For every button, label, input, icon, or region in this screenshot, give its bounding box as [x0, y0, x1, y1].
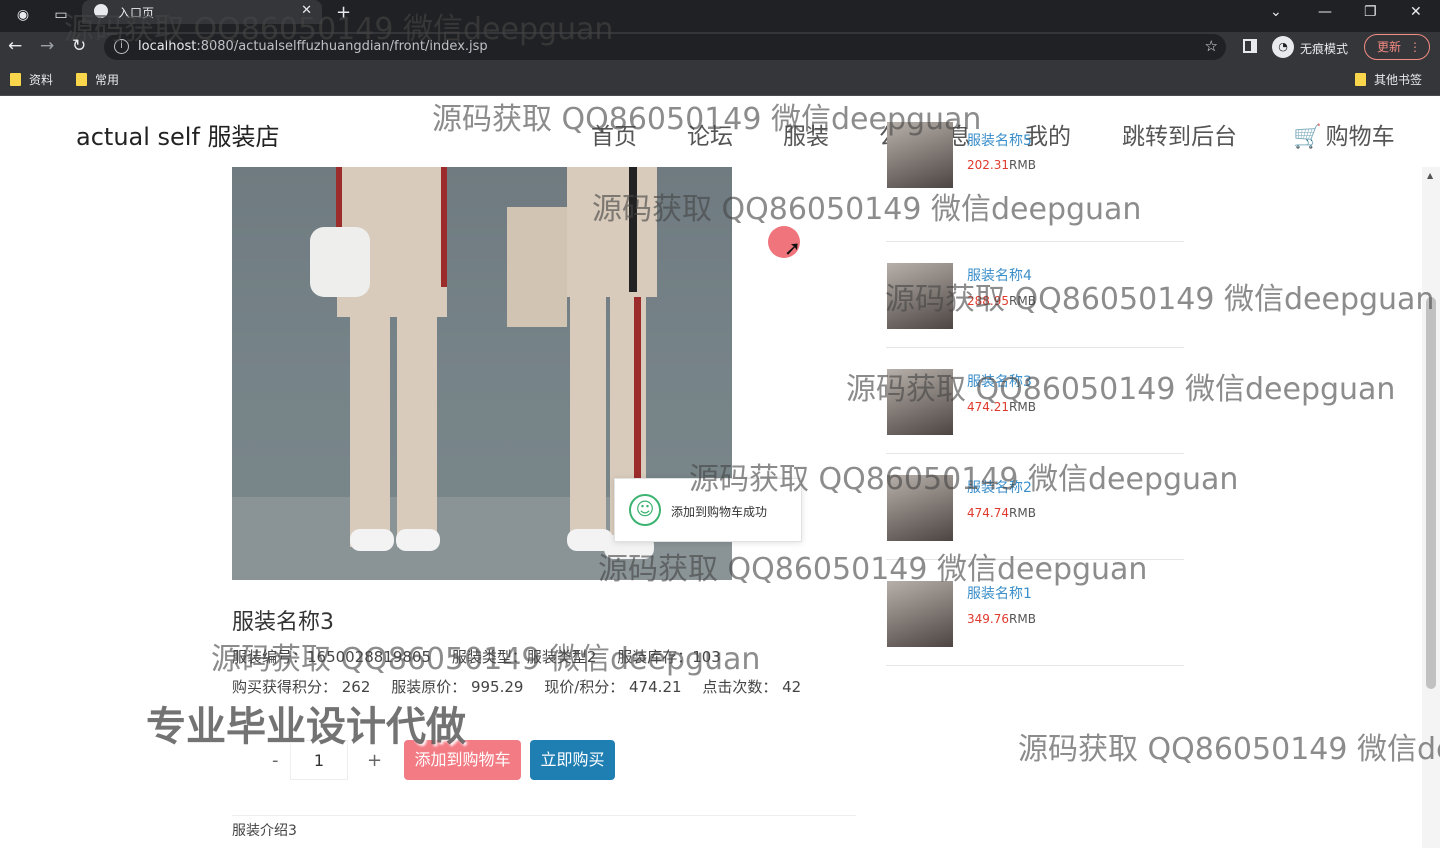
list-item[interactable]: 服装名称1 349.76RMB: [886, 560, 1184, 666]
cart-icon: 🛒: [1293, 124, 1322, 150]
scrollbar-thumb[interactable]: [1426, 297, 1436, 689]
list-item-title[interactable]: 服装名称1: [967, 583, 1032, 603]
list-item-title[interactable]: 服装名称5: [967, 130, 1032, 150]
minimize-icon[interactable]: —: [1318, 4, 1332, 20]
tab-groups-icon[interactable]: ▭: [52, 6, 70, 24]
site-header: actual self 服装店 首页 论坛 服装 公告信息 我的 跳转到后台 🛒…: [0, 97, 1440, 167]
browser-logo-icon[interactable]: ◉: [14, 6, 32, 24]
list-item-title[interactable]: 服装名称2: [967, 477, 1032, 497]
list-item-price: 474.21RMB: [967, 400, 1036, 414]
product-thumbnail[interactable]: [887, 475, 953, 541]
bookmark-folder-ziliao[interactable]: 资料: [10, 71, 53, 88]
restore-icon[interactable]: ❐: [1364, 4, 1377, 20]
window-close-icon[interactable]: ✕: [1410, 4, 1422, 20]
list-item-title[interactable]: 服装名称3: [967, 371, 1032, 391]
update-button[interactable]: 更新 ⋮: [1364, 34, 1430, 60]
buy-now-button[interactable]: 立即购买: [530, 740, 615, 780]
bookmark-folder-other[interactable]: 其他书签: [1355, 71, 1422, 88]
toast-notification: ☺ 添加到购物车成功: [614, 478, 802, 542]
product-current-price: 现价/积分： 474.21: [544, 678, 682, 696]
nav-cart[interactable]: 🛒 购物车: [1293, 117, 1395, 151]
quantity-minus-button[interactable]: -: [272, 750, 279, 771]
browser-titlebar: ◉ ▭ 入口页 ✕ + ⌄ — ❐ ✕: [0, 0, 1440, 32]
product-thumbnail[interactable]: [887, 263, 953, 329]
divider: [232, 815, 856, 816]
new-tab-icon[interactable]: +: [336, 2, 351, 23]
incognito-icon[interactable]: ◔: [1272, 36, 1294, 58]
globe-icon: [94, 4, 108, 18]
scroll-up-icon[interactable]: ▲: [1427, 171, 1433, 180]
toast-message: 添加到购物车成功: [671, 505, 768, 519]
incognito-label: 无痕模式: [1300, 42, 1349, 56]
folder-icon: [10, 73, 21, 86]
page-scrollbar[interactable]: ▲: [1422, 167, 1440, 848]
bookmark-star-icon[interactable]: ☆: [1205, 37, 1218, 55]
forward-icon[interactable]: →: [40, 36, 54, 56]
product-thumbnail[interactable]: [887, 369, 953, 435]
back-icon[interactable]: ←: [8, 36, 22, 56]
product-thumbnail[interactable]: [887, 122, 953, 188]
site-brand[interactable]: actual self 服装店: [76, 117, 280, 152]
nav-clothing[interactable]: 服装: [783, 117, 829, 151]
list-item[interactable]: 服装名称3 474.21RMB: [886, 348, 1184, 454]
smile-icon: ☺: [629, 494, 661, 526]
tab-close-icon[interactable]: ✕: [301, 3, 312, 18]
tab-search-icon[interactable]: ⌄: [1270, 4, 1282, 20]
list-item[interactable]: 服装名称4 288.95RMB: [886, 242, 1184, 348]
quantity-plus-button[interactable]: +: [367, 750, 382, 771]
product-title: 服装名称3: [232, 610, 334, 635]
folder-icon: [76, 73, 87, 86]
mouse-cursor-icon: ➚: [784, 236, 801, 260]
browser-tab[interactable]: 入口页 ✕: [82, 0, 322, 24]
list-item-price: 349.76RMB: [967, 612, 1036, 626]
product-intro: 服装介绍3: [232, 823, 297, 839]
list-item-price: 202.31RMB: [967, 158, 1036, 172]
url-text[interactable]: localhost:8080/actualselffuzhuangdian/fr…: [138, 39, 488, 54]
address-bar[interactable]: i localhost:8080/actualselffuzhuangdian/…: [104, 34, 1226, 60]
product-meta-row-1: 服装编号：1650028819805 服装类型：服装类型2 服装库存：103: [232, 646, 737, 667]
nav-home[interactable]: 首页: [591, 117, 637, 151]
list-item[interactable]: 服装名称2 474.74RMB: [886, 454, 1184, 560]
list-item-price: 474.74RMB: [967, 506, 1036, 520]
product-thumbnail[interactable]: [887, 581, 953, 647]
reload-icon[interactable]: ↻: [72, 36, 86, 56]
bookmarks-bar: 资料 常用 其他书签: [0, 62, 1440, 96]
product-code: 服装编号：1650028819805: [232, 648, 432, 666]
side-panel-icon[interactable]: [1243, 39, 1257, 53]
folder-icon: [1355, 73, 1366, 86]
product-type: 服装类型：服装类型2: [451, 648, 597, 666]
handbag-shape: [310, 227, 370, 297]
list-item-title[interactable]: 服装名称4: [967, 265, 1032, 285]
menu-dots-icon: ⋮: [1409, 40, 1421, 54]
watermark: 源码获取 QQ86050149 微信de: [1018, 732, 1440, 767]
browser-toolbar: ← → ↻ i localhost:8080/actualselffuzhuan…: [0, 32, 1440, 62]
tab-title: 入口页: [118, 6, 155, 20]
product-click-count: 点击次数： 42: [702, 678, 802, 696]
nav-forum[interactable]: 论坛: [687, 117, 733, 151]
list-item-price: 288.95RMB: [967, 294, 1036, 308]
site-info-icon[interactable]: i: [114, 39, 129, 54]
bookmark-folder-changyong[interactable]: 常用: [76, 71, 119, 88]
watermark-bold: 专业毕业设计代做: [146, 704, 466, 750]
list-item[interactable]: 服装名称5 202.31RMB: [886, 122, 1184, 242]
product-stock: 服装库存：103: [617, 648, 721, 666]
